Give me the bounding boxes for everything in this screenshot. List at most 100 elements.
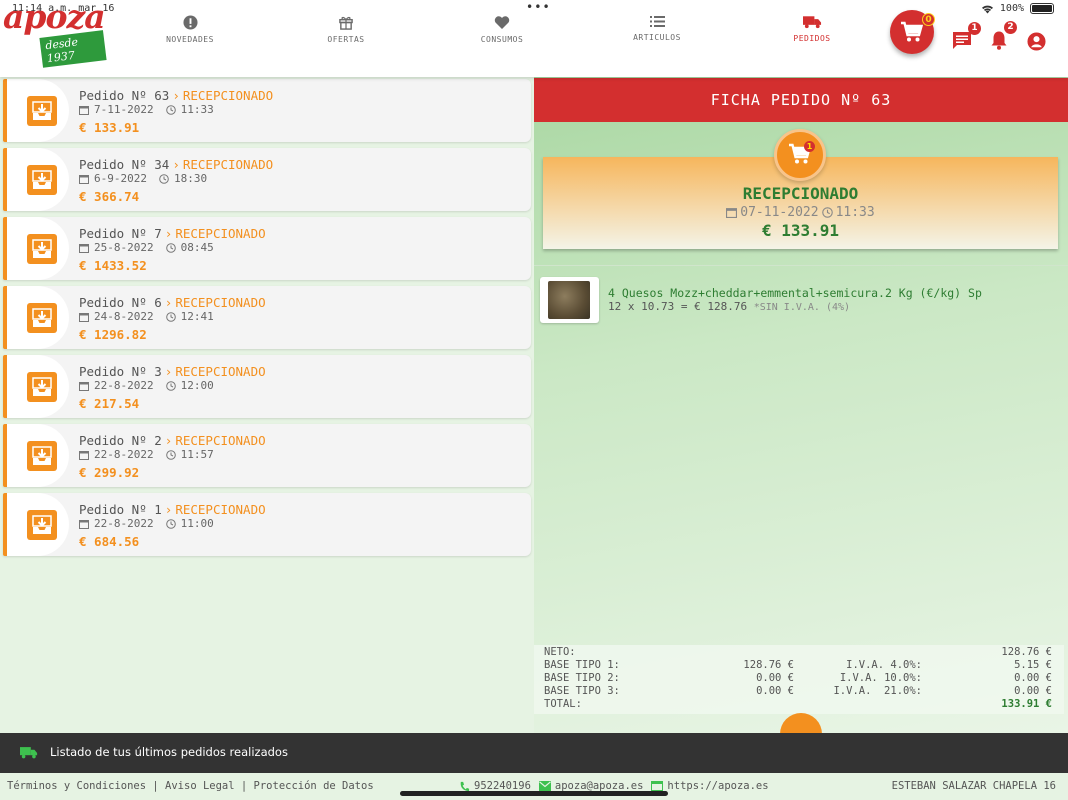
order-card[interactable]: Pedido Nº 6 › RECEPCIONADO 24-8-2022 12:41 …: [3, 286, 531, 349]
calendar-icon: [79, 243, 89, 253]
order-number: Pedido Nº 1: [79, 502, 162, 517]
calendar-icon: [79, 312, 89, 322]
order-time: 11:00: [180, 517, 214, 530]
notifications-badge: 2: [1004, 21, 1017, 34]
order-status: RECEPCIONADO: [175, 364, 266, 379]
multitask-dots-icon[interactable]: •••: [526, 0, 551, 14]
nav-articulos[interactable]: ARTICULOS: [597, 15, 717, 42]
order-status: RECEPCIONADO: [182, 157, 274, 172]
order-status: RECEPCIONADO: [175, 433, 266, 448]
orders-list: Pedido Nº 63 › RECEPCIONADO 7-11-2022 11:33…: [3, 79, 531, 562]
order-detail-title: FICHA PEDIDO Nº 63: [534, 78, 1068, 122]
order-card[interactable]: Pedido Nº 63 › RECEPCIONADO 7-11-2022 11:33…: [3, 79, 531, 142]
user-account-button[interactable]: [1027, 32, 1046, 55]
mail-icon: [538, 781, 551, 791]
order-card[interactable]: Pedido Nº 1 › RECEPCIONADO 22-8-2022 11:00 …: [3, 493, 531, 556]
order-date: 25-8-2022: [94, 241, 154, 254]
neto-value: 128.76 €: [1001, 646, 1052, 658]
status-time: 11:14 a.m. mar 16: [12, 3, 115, 14]
order-time: 11:57: [180, 448, 214, 461]
order-time: 12:00: [180, 379, 214, 392]
order-date: 22-8-2022: [94, 517, 154, 530]
calendar-icon: [79, 519, 89, 529]
order-number: Pedido Nº 7: [79, 226, 162, 241]
messages-button[interactable]: 1: [952, 22, 981, 54]
order-date: 24-8-2022: [94, 310, 154, 323]
product-thumbnail: [540, 277, 599, 323]
order-amount: € 1296.82: [79, 327, 147, 342]
divider: [534, 265, 1068, 266]
nav-consumos[interactable]: CONSUMOS: [442, 15, 562, 44]
cheese-image: [548, 281, 590, 319]
order-date: 22-8-2022: [94, 379, 154, 392]
order-card[interactable]: Pedido Nº 2 › RECEPCIONADO 22-8-2022 11:57 …: [3, 424, 531, 487]
legal-links[interactable]: Términos y Condiciones | Aviso Legal | P…: [7, 780, 374, 792]
calendar-icon: [726, 208, 738, 218]
order-status: RECEPCIONADO: [175, 502, 266, 517]
clock-icon: [165, 449, 176, 460]
order-number: Pedido Nº 2: [79, 433, 162, 448]
info-bar-text: Listado de tus últimos pedidos realizado…: [50, 745, 288, 759]
order-status: RECEPCIONADO: [182, 88, 274, 103]
wifi-icon: [981, 5, 993, 13]
order-detail-total: € 133.91: [761, 221, 840, 240]
clock-icon: [165, 104, 176, 115]
truck-icon: [20, 747, 38, 759]
clock-icon: [165, 242, 176, 253]
calendar-icon: [79, 381, 89, 391]
phone-icon: [460, 781, 470, 791]
battery-icon: [1030, 3, 1054, 14]
order-number: Pedido Nº 63: [79, 88, 170, 103]
order-number: Pedido Nº 3: [79, 364, 162, 379]
order-amount: € 366.74: [79, 189, 140, 204]
notifications-button[interactable]: 2: [990, 21, 1017, 54]
calendar-icon: [79, 174, 89, 184]
order-status: RECEPCIONADO: [175, 226, 266, 241]
clock-icon: [159, 173, 169, 184]
calendar-icon: [79, 450, 89, 460]
order-card[interactable]: Pedido Nº 34 › RECEPCIONADO 6-9-2022 18:30 …: [3, 148, 531, 211]
messages-badge: 1: [968, 22, 981, 35]
shopping-cart-icon: [901, 21, 924, 42]
message-icon: [953, 32, 971, 49]
order-amount: € 1433.52: [79, 258, 147, 273]
home-indicator[interactable]: [400, 791, 668, 796]
order-detail-status: RECEPCIONADO: [742, 184, 859, 203]
order-card[interactable]: Pedido Nº 7 › RECEPCIONADO 25-8-2022 08:45 …: [3, 217, 531, 280]
nav-novedades[interactable]: NOVEDADES: [130, 15, 250, 44]
inbox-download-icon: [27, 165, 57, 195]
clock-icon: [165, 380, 176, 391]
order-card[interactable]: Pedido Nº 3 › RECEPCIONADO 22-8-2022 12:00 …: [3, 355, 531, 418]
order-time: 12:41: [180, 310, 214, 323]
inbox-download-icon: [27, 372, 57, 402]
order-number: Pedido Nº 34: [79, 157, 170, 172]
clock-icon: [821, 207, 833, 218]
clock-icon: [165, 311, 176, 322]
status-bar: 11:14 a.m. mar 16 ••• 100%: [0, 0, 1068, 18]
nav-pedidos[interactable]: PEDIDOS: [752, 15, 872, 43]
nav-ofertas[interactable]: OFERTAS: [286, 15, 406, 44]
order-amount: € 684.56: [79, 534, 140, 549]
order-time: 11:33: [180, 103, 214, 116]
order-line-item[interactable]: 4 Quesos Mozz+cheddar+emmental+semicura.…: [540, 277, 1060, 325]
inbox-download-icon: [27, 510, 57, 540]
order-time: 08:45: [180, 241, 214, 254]
info-bar: Listado de tus últimos pedidos realizado…: [0, 733, 1068, 773]
order-cart-badge: 1: [804, 141, 815, 152]
order-detail-date: 07-11-2022: [740, 205, 819, 220]
order-amount: € 299.92: [79, 465, 140, 480]
order-totals: NETO: 128.76 € BASE TIPO 1: 128.76 € I.V…: [534, 645, 1064, 714]
order-cart-button[interactable]: 1: [774, 129, 826, 181]
user-icon: [1027, 32, 1046, 51]
calendar-icon: [79, 105, 89, 115]
footer-web[interactable]: https://apoza.es: [667, 780, 768, 792]
total-value: 133.91 €: [1001, 698, 1052, 710]
bell-icon: [991, 31, 1007, 50]
product-calc: 12 x 10.73 = € 128.76: [608, 300, 748, 313]
inbox-download-icon: [27, 441, 57, 471]
order-date: 7-11-2022: [94, 103, 154, 116]
inbox-download-icon: [27, 303, 57, 333]
order-detail-time: 11:33: [835, 205, 875, 220]
clock-icon: [165, 518, 176, 529]
order-number: Pedido Nº 6: [79, 295, 162, 310]
